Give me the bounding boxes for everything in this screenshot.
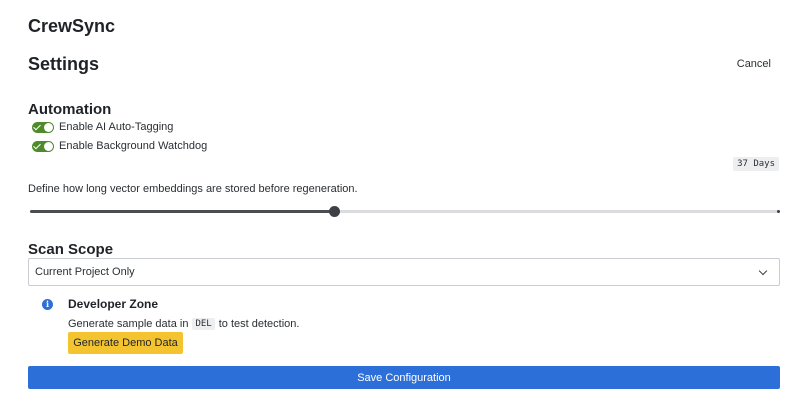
check-icon [33,141,41,149]
chevron-down-icon [758,266,768,276]
toggle-knob [44,122,53,132]
slider-fill [30,210,334,213]
background-watchdog-toggle[interactable] [32,140,54,152]
desc-text-after: to test detection. [218,318,300,330]
scan-scope-heading: Scan Scope [28,241,114,258]
generate-demo-data-button[interactable]: Generate Demo Data [68,332,183,354]
cancel-button[interactable]: Cancel [737,58,771,70]
scan-scope-selected-value: Current Project Only [35,266,135,278]
hotkey-code: DEL [192,318,215,330]
settings-page: CrewSync Settings Cancel Automation Enab… [0,0,806,415]
toggle-row-background-watchdog[interactable]: Enable Background Watchdog [32,140,207,152]
slider-thumb[interactable] [328,206,340,217]
retention-slider[interactable] [30,206,780,218]
check-icon [33,122,41,130]
page-title: Settings [28,54,100,74]
save-configuration-button[interactable]: Save Configuration [28,366,780,389]
toggle-label: Enable Background Watchdog [59,140,208,152]
developer-zone-heading: Developer Zone [68,297,159,311]
app-title: CrewSync [28,16,116,36]
toggle-label: Enable AI Auto-Tagging [59,121,174,133]
retention-description: Define how long vector embeddings are st… [28,183,358,195]
scan-scope-select[interactable]: Current Project Only [28,258,780,286]
developer-zone-description: Generate sample data in DEL to test dete… [68,318,299,330]
desc-text-before: Generate sample data in [68,318,189,330]
info-icon: i [42,299,53,310]
retention-value-badge: 37 Days [733,157,779,171]
automation-heading: Automation [28,101,112,118]
toggle-knob [44,141,53,151]
ai-auto-tagging-toggle[interactable] [32,121,54,133]
slider-end-marker [777,210,780,213]
toggle-row-ai-auto-tagging[interactable]: Enable AI Auto-Tagging [32,121,173,133]
